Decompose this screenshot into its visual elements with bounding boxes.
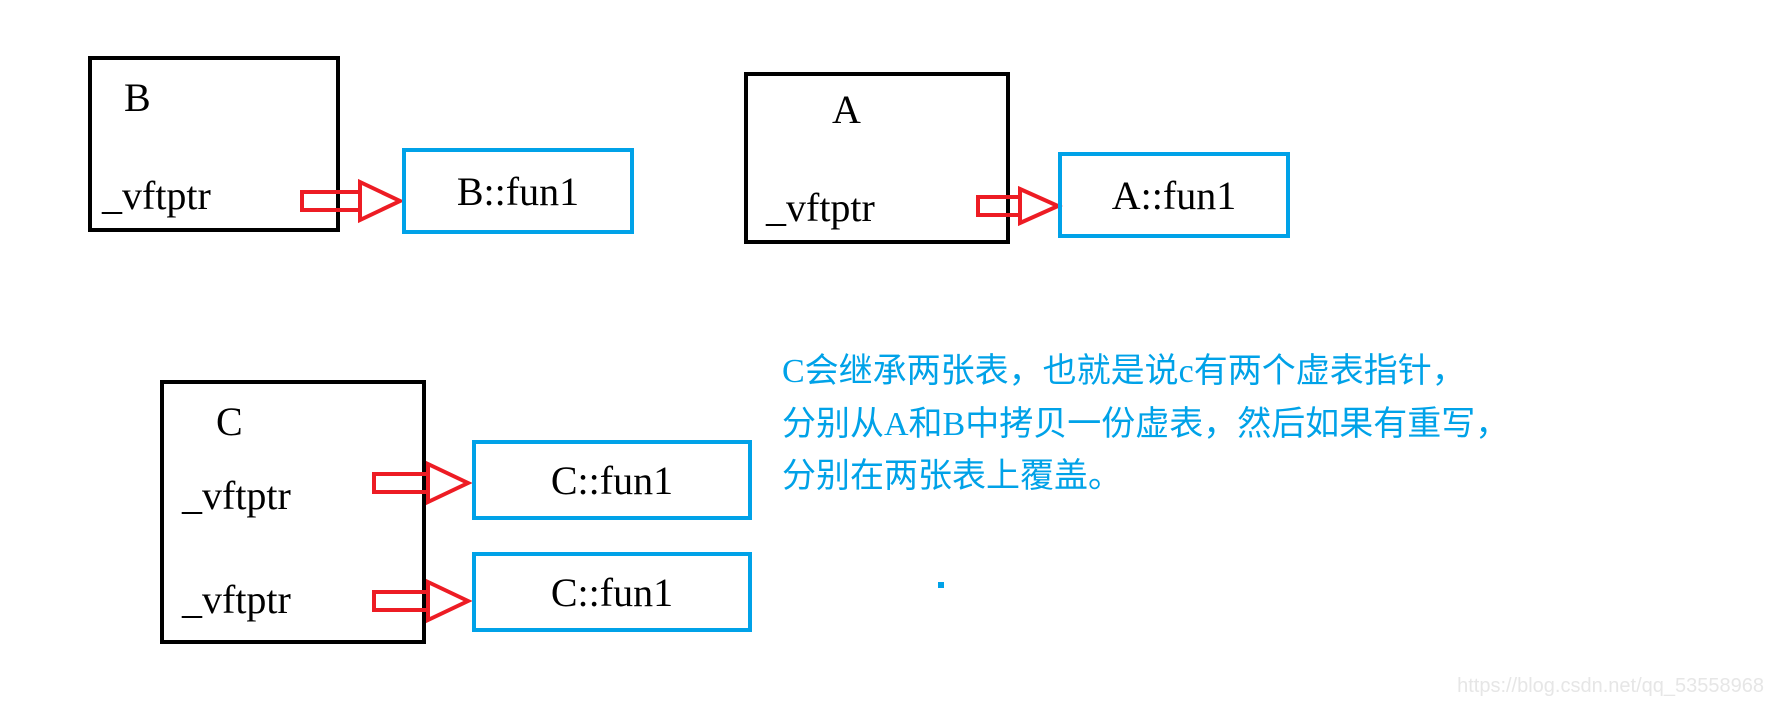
dot-marker [938,582,944,588]
class-c-vftptr2-label: _vftptr [182,576,291,623]
arrow-c1-to-vtable [370,460,474,508]
vtable-a-fun1: A::fun1 [1058,152,1290,238]
class-b-title: B [124,74,151,121]
explanation-line1: C会继承两张表，也就是说c有两个虚表指针， [782,346,1509,399]
vtable-a-fun1-label: A::fun1 [1112,172,1236,219]
arrow-b-to-vtable [296,178,406,226]
class-b-vftptr-label: _vftptr [102,172,211,219]
vtable-c-fun1-second: C::fun1 [472,552,752,632]
watermark: https://blog.csdn.net/qq_53558968 [1457,675,1764,698]
vtable-b-fun1-label: B::fun1 [457,168,579,215]
vtable-c-fun1-second-label: C::fun1 [551,569,673,616]
class-c-vftptr1-label: _vftptr [182,472,291,519]
class-a-title: A [832,86,861,133]
explanation-line2: 分别从A和B中拷贝一份虚表，然后如果有重写， [782,399,1509,452]
arrow-a-to-vtable [974,185,1064,229]
arrow-c2-to-vtable [370,578,474,626]
vtable-c-fun1-first: C::fun1 [472,440,752,520]
class-c-title: C [216,398,243,445]
explanation-text: C会继承两张表，也就是说c有两个虚表指针， 分别从A和B中拷贝一份虚表，然后如果… [782,346,1509,504]
explanation-line3: 分别在两张表上覆盖。 [782,451,1509,504]
vtable-c-fun1-first-label: C::fun1 [551,457,673,504]
vtable-b-fun1: B::fun1 [402,148,634,234]
class-a-vftptr-label: _vftptr [766,184,875,231]
